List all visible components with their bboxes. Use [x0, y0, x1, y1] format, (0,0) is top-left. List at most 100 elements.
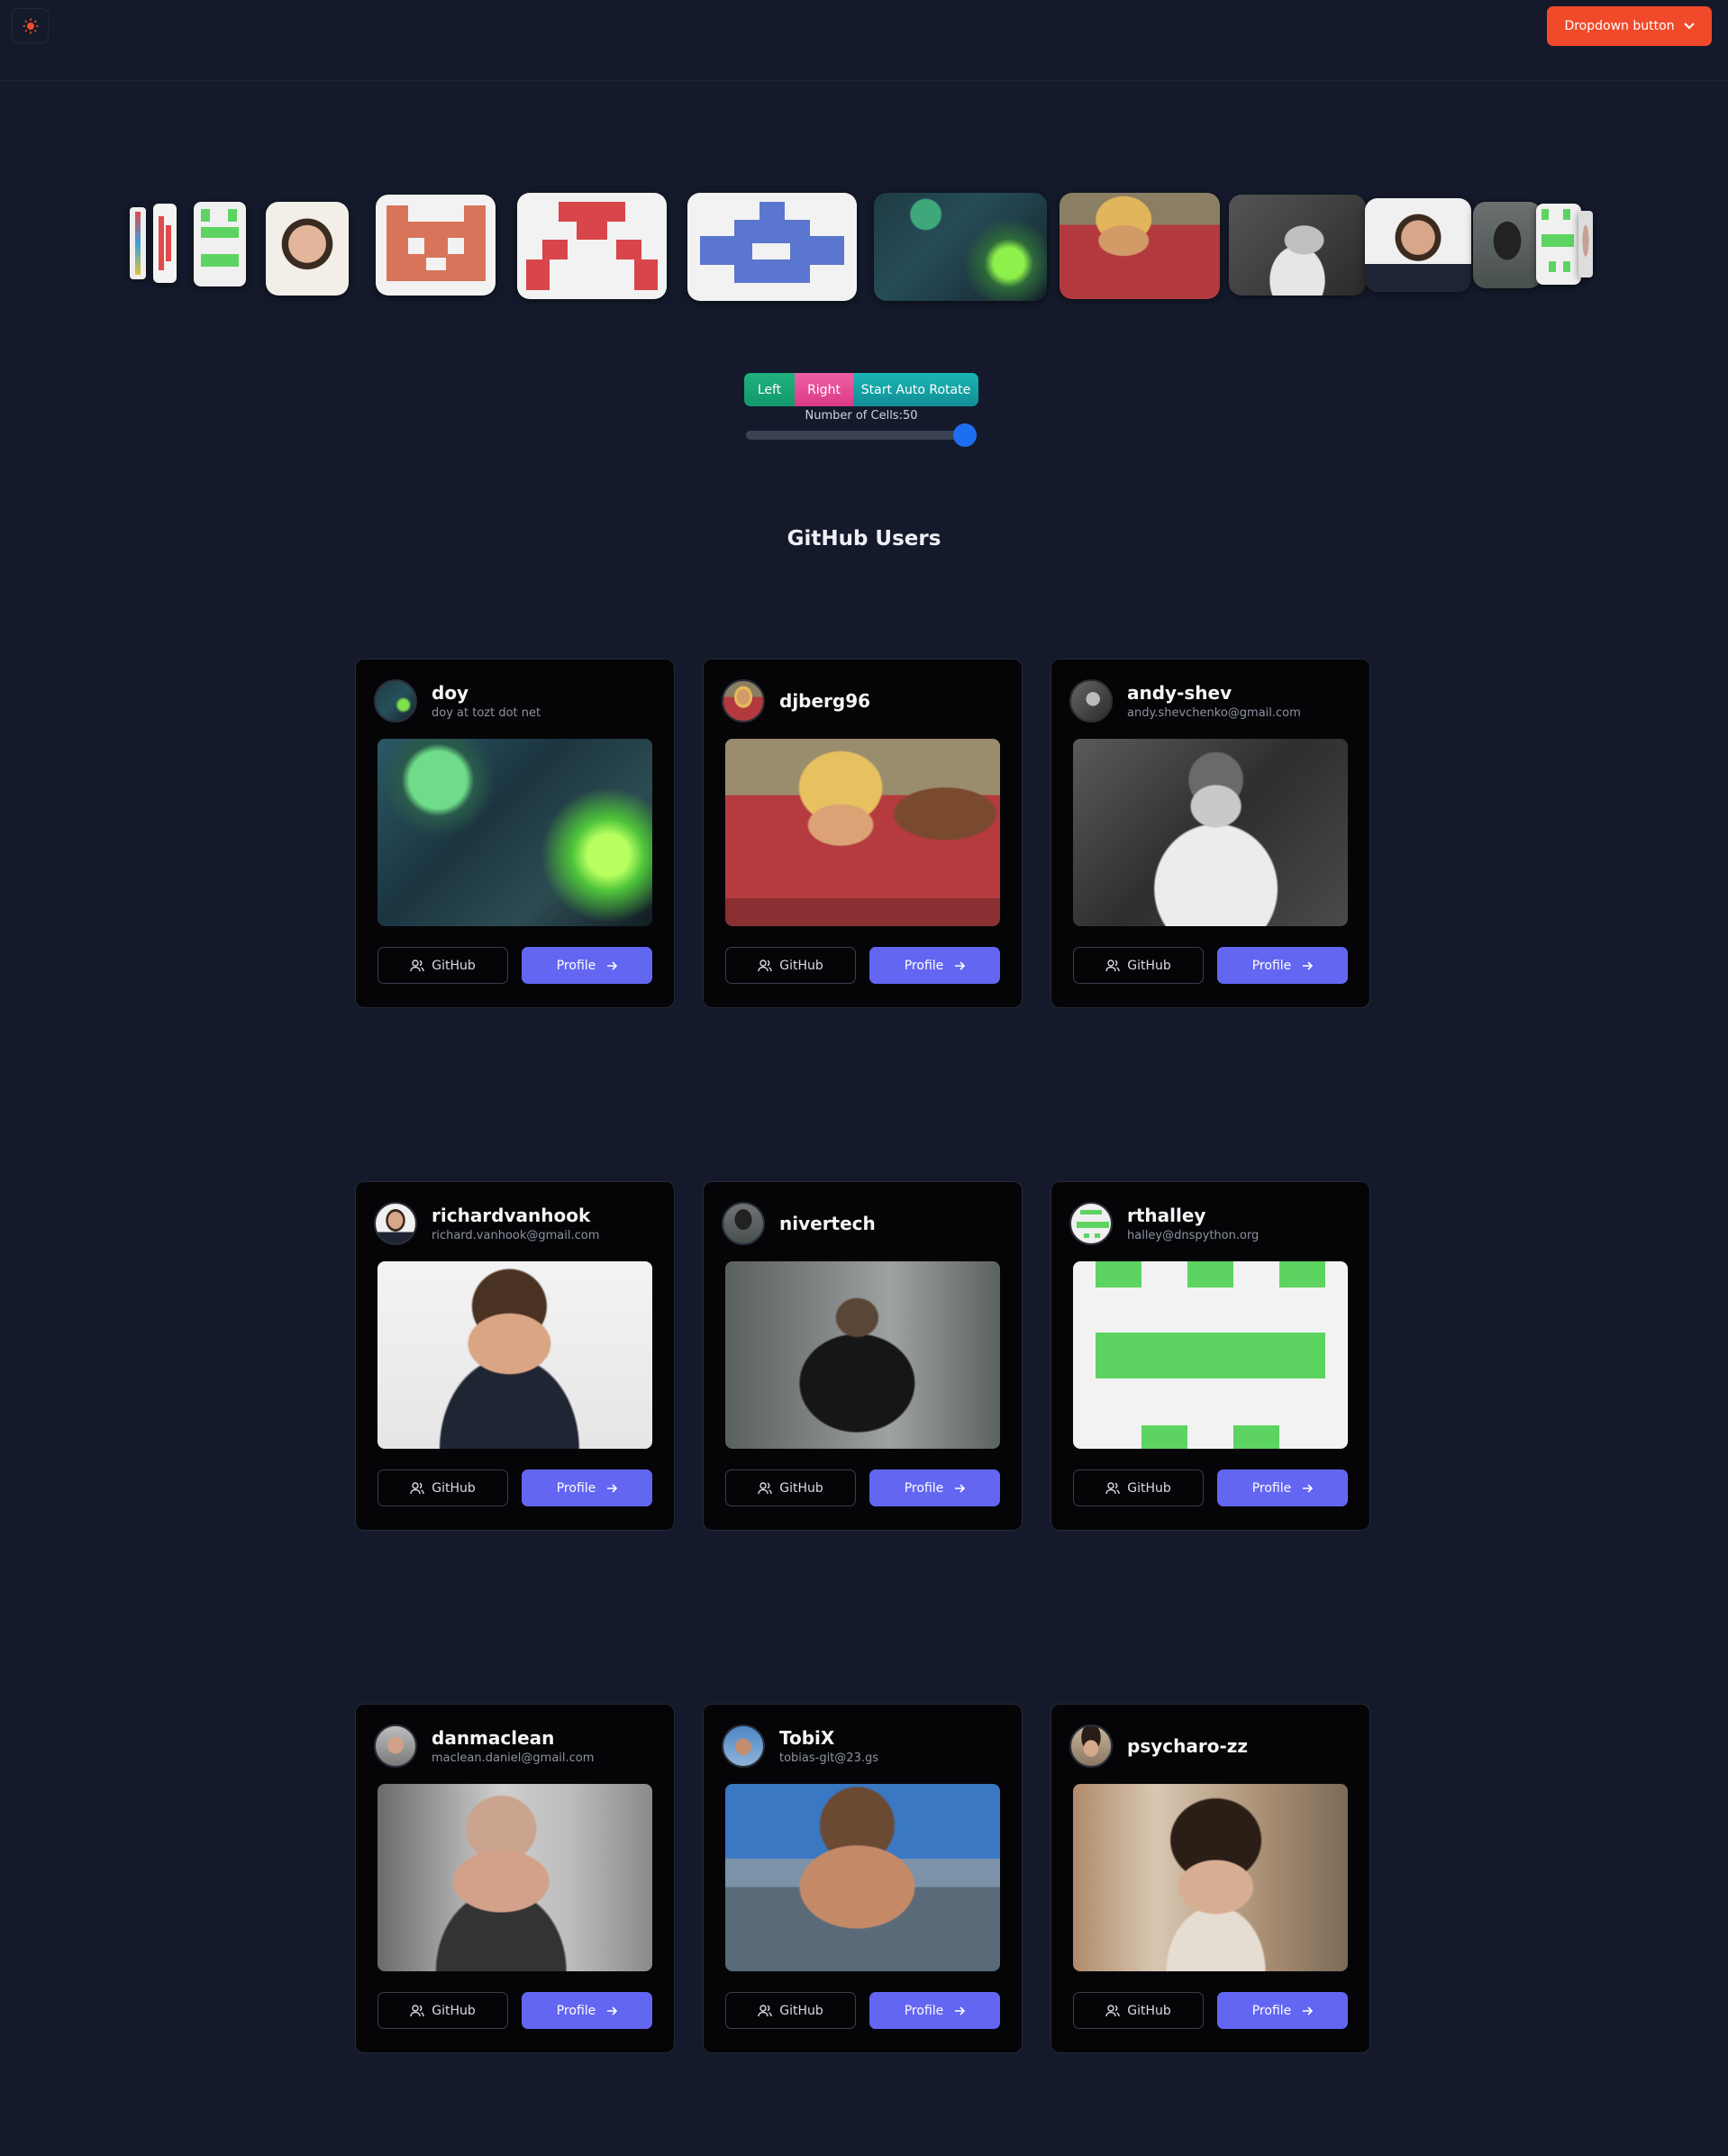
avatar	[722, 1202, 765, 1245]
carousel-cell	[130, 207, 146, 279]
carousel-cell	[687, 193, 857, 301]
github-button[interactable]: GitHub	[377, 1992, 508, 2029]
avatar	[1069, 1724, 1113, 1768]
top-bar: Dropdown button	[0, 0, 1728, 81]
dropdown-button[interactable]: Dropdown button	[1547, 6, 1712, 46]
username: rthalley	[1127, 1205, 1206, 1226]
profile-button[interactable]: Profile	[869, 1469, 1000, 1506]
user-card: rthalley halley@dnspython.org GitHub Pro…	[1050, 1181, 1370, 1531]
users-icon	[410, 1481, 424, 1494]
rotate-left-button[interactable]: Left	[744, 373, 795, 406]
profile-button[interactable]: Profile	[522, 1469, 652, 1506]
arrow-right-icon	[607, 1483, 618, 1493]
user-email: maclean.daniel@gmail.com	[432, 1751, 595, 1765]
github-button-label: GitHub	[1127, 2003, 1171, 2018]
profile-button[interactable]: Profile	[522, 947, 652, 984]
carousel-cell	[1578, 211, 1593, 277]
github-button[interactable]: GitHub	[725, 947, 856, 984]
username: richardvanhook	[432, 1205, 591, 1226]
profile-button-label: Profile	[1251, 2003, 1292, 2018]
profile-button-label: Profile	[904, 1480, 944, 1496]
avatar	[722, 1724, 765, 1768]
github-button[interactable]: GitHub	[1073, 947, 1204, 984]
github-button[interactable]: GitHub	[377, 947, 508, 984]
cells-slider-thumb[interactable]	[953, 423, 977, 447]
profile-button[interactable]: Profile	[869, 1992, 1000, 2029]
github-button-label: GitHub	[432, 1480, 476, 1496]
profile-button-label: Profile	[556, 1480, 596, 1496]
carousel-cell	[1229, 195, 1366, 296]
user-email: tobias-git@23.gs	[779, 1751, 879, 1765]
sun-icon	[23, 18, 38, 33]
profile-button[interactable]: Profile	[1217, 1992, 1348, 2029]
profile-button[interactable]: Profile	[522, 1992, 652, 2029]
username: andy-shev	[1127, 682, 1232, 704]
section-title: GitHub Users	[787, 527, 941, 550]
arrow-right-icon	[955, 2006, 966, 2015]
users-icon	[1105, 959, 1120, 971]
avatar	[374, 679, 417, 723]
profile-button[interactable]: Profile	[1217, 1469, 1348, 1506]
profile-button-label: Profile	[904, 958, 944, 973]
user-card: nivertech GitHub Profile	[703, 1181, 1023, 1531]
github-button[interactable]: GitHub	[1073, 1469, 1204, 1506]
users-icon	[758, 2004, 772, 2016]
username: psycharo-zz	[1127, 1735, 1249, 1757]
user-card: psycharo-zz GitHub Profile	[1050, 1704, 1370, 2053]
arrow-right-icon	[607, 960, 618, 970]
github-button-label: GitHub	[779, 2003, 823, 2018]
github-button-label: GitHub	[1127, 1480, 1171, 1496]
username: doy	[432, 682, 469, 704]
avatar	[1069, 1202, 1113, 1245]
arrow-right-icon	[1303, 2006, 1314, 2015]
rotate-button-group: Left Right Start Auto Rotate	[744, 373, 978, 406]
carousel-controls: Left Right Start Auto Rotate Number of C…	[744, 373, 978, 447]
arrow-right-icon	[1303, 1483, 1314, 1493]
dropdown-button-label: Dropdown button	[1564, 19, 1675, 33]
github-button[interactable]: GitHub	[725, 1992, 856, 2029]
auto-rotate-button[interactable]: Start Auto Rotate	[853, 373, 978, 406]
user-card: djberg96 GitHub Profile	[703, 659, 1023, 1008]
user-image	[377, 1261, 652, 1449]
cells-count-label: Number of Cells:50	[805, 409, 918, 423]
chevron-down-icon	[1683, 23, 1695, 30]
user-email: doy at tozt dot net	[432, 706, 541, 720]
users-icon	[758, 959, 772, 971]
cells-slider-track[interactable]	[746, 431, 971, 440]
rotate-right-button[interactable]: Right	[795, 373, 853, 406]
username: TobiX	[779, 1727, 835, 1749]
username: djberg96	[779, 690, 871, 712]
avatar	[1069, 679, 1113, 723]
users-icon	[410, 959, 424, 971]
arrow-right-icon	[607, 2006, 618, 2015]
user-image	[725, 1784, 1000, 1971]
arrow-right-icon	[1303, 960, 1314, 970]
profile-button-label: Profile	[556, 2003, 596, 2018]
carousel-cell	[1060, 193, 1220, 299]
theme-toggle-button[interactable]	[12, 8, 49, 43]
github-button[interactable]: GitHub	[1073, 1992, 1204, 2029]
profile-button[interactable]: Profile	[869, 947, 1000, 984]
user-image	[725, 1261, 1000, 1449]
username: danmaclean	[432, 1727, 555, 1749]
github-button-label: GitHub	[432, 958, 476, 973]
github-button[interactable]: GitHub	[377, 1469, 508, 1506]
carousel-cell	[266, 202, 349, 296]
carousel-cell	[376, 195, 496, 296]
user-image	[725, 739, 1000, 926]
profile-button[interactable]: Profile	[1217, 947, 1348, 984]
profile-button-label: Profile	[1251, 958, 1292, 973]
github-button-label: GitHub	[432, 2003, 476, 2018]
users-icon	[410, 2004, 424, 2016]
arrow-right-icon	[955, 960, 966, 970]
user-image	[377, 739, 652, 926]
user-card: richardvanhook richard.vanhook@gmail.com…	[355, 1181, 675, 1531]
avatar	[374, 1202, 417, 1245]
github-button-label: GitHub	[779, 958, 823, 973]
image-carousel	[126, 189, 1604, 315]
github-button[interactable]: GitHub	[725, 1469, 856, 1506]
user-image	[377, 1784, 652, 1971]
users-icon	[1105, 1481, 1120, 1494]
user-email: richard.vanhook@gmail.com	[432, 1229, 600, 1242]
github-button-label: GitHub	[779, 1480, 823, 1496]
